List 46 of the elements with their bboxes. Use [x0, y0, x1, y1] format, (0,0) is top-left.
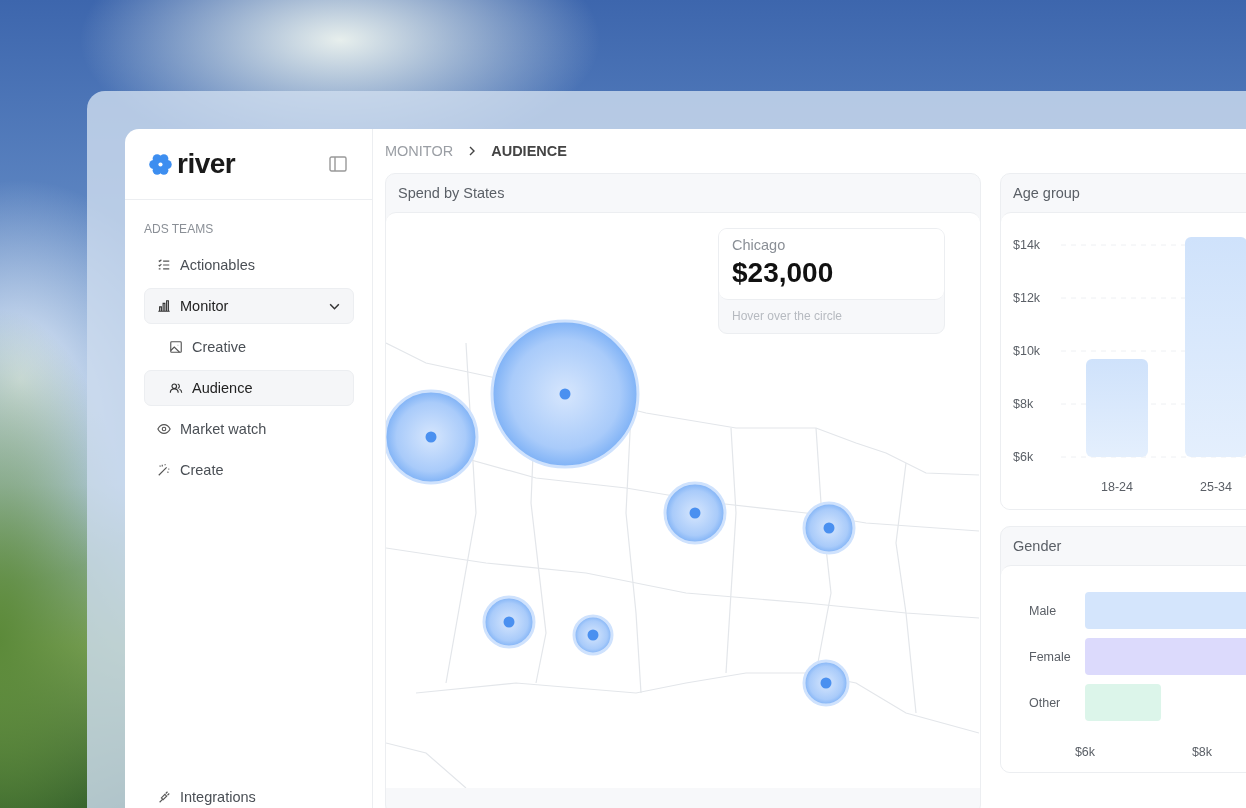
axis-label: 18-24 — [1101, 480, 1133, 494]
logo-wordmark: river — [177, 148, 236, 180]
axis-label: $12k — [1013, 291, 1041, 305]
flower-logo-icon — [148, 151, 173, 177]
map-bubble[interactable] — [572, 614, 614, 656]
card-title: Spend by States — [397, 184, 506, 203]
nav-item[interactable]: Integrations — [144, 779, 354, 808]
axis-label: $10k — [1013, 344, 1041, 358]
bar-chart-icon — [157, 299, 171, 313]
axis-label: 25-34 — [1200, 480, 1232, 494]
chart-bar[interactable] — [1086, 358, 1148, 457]
nav-subitem[interactable]: Creative — [144, 329, 354, 365]
users-icon — [169, 381, 183, 395]
chart-bar[interactable] — [1185, 237, 1246, 457]
section-label: ADS TEAMS — [144, 222, 215, 236]
axis-label: $8k — [1191, 745, 1213, 759]
map-bubble[interactable] — [490, 319, 640, 469]
nav-item[interactable]: Market watch — [144, 411, 354, 447]
image-icon — [169, 340, 183, 354]
hint-text: Hover over the circle — [731, 308, 844, 325]
map-bubble[interactable] — [663, 481, 727, 545]
card-title: Gender — [1012, 537, 1063, 556]
nav-item[interactable]: Create — [144, 452, 354, 488]
breadcrumb-link[interactable]: AUDIENCE — [491, 143, 567, 159]
nav-subitem[interactable]: Audience — [144, 370, 354, 406]
axis-label: $6k — [1013, 450, 1034, 464]
axis-label: Female — [1029, 650, 1071, 664]
magic-wand-icon — [157, 463, 171, 477]
nav-item[interactable]: Actionables — [144, 247, 354, 283]
map-bubble[interactable] — [802, 501, 856, 555]
map-bubble[interactable] — [802, 659, 850, 707]
map-bubble[interactable] — [482, 595, 536, 649]
card-title: Age group — [1012, 184, 1081, 203]
plug-icon — [157, 790, 171, 804]
axis-label: Male — [1029, 604, 1057, 618]
checklist-icon — [157, 258, 171, 272]
sidebar-toggle-icon[interactable] — [329, 156, 347, 172]
city-label: Chicago — [732, 237, 787, 253]
eye-icon — [157, 422, 171, 436]
nav-item[interactable]: Monitor — [144, 288, 354, 324]
axis-label: $6k — [1074, 745, 1096, 759]
amount-value: $23,000 — [732, 257, 835, 289]
axis-label: $14k — [1013, 238, 1041, 252]
axis-label: Other — [1029, 696, 1061, 710]
axis-label: $8k — [1013, 397, 1034, 411]
map-bubble[interactable] — [386, 389, 479, 485]
